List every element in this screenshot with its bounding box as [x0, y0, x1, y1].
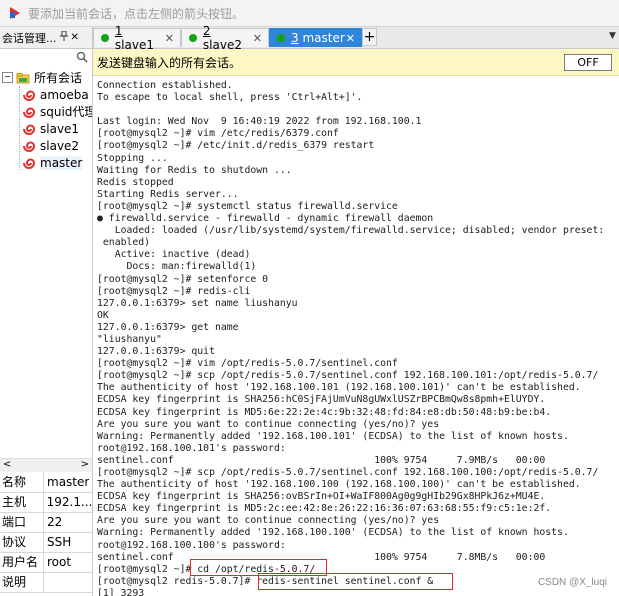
property-value: 22 — [47, 515, 63, 529]
connected-status-icon — [189, 34, 197, 42]
terminal-text: Connection established. To escape to loc… — [97, 80, 605, 596]
property-row: 用户名 root — [0, 552, 92, 573]
property-key: 主机 — [0, 492, 44, 512]
tree-root-label: 所有会话 — [34, 71, 83, 85]
property-value: 192.1... — [46, 495, 92, 509]
property-row: 协议 SSH — [0, 532, 92, 553]
property-value: master — [47, 475, 90, 489]
tree-item-label: squid代理 — [40, 105, 93, 119]
scroll-right-icon[interactable]: > — [81, 459, 89, 470]
property-value: root — [47, 555, 72, 569]
tree-horizontal-scrollbar[interactable]: < > — [0, 458, 93, 473]
property-key: 端口 — [0, 512, 44, 532]
property-row: 名称 master — [0, 472, 92, 493]
scroll-left-icon[interactable]: < — [3, 459, 11, 470]
search-icon[interactable] — [76, 51, 88, 63]
property-key: 协议 — [0, 532, 44, 552]
hint-bar: 要添加当前会话，点击左侧的箭头按钮。 — [0, 0, 619, 27]
close-tab-icon[interactable]: ✕ — [165, 32, 174, 45]
session-swirl-icon — [22, 139, 36, 153]
property-row: 端口 22 — [0, 512, 92, 533]
broadcast-toggle-button[interactable]: OFF — [564, 54, 612, 71]
tree-item-slave1[interactable]: slave1 — [22, 120, 79, 137]
pin-icon[interactable] — [59, 30, 68, 44]
tab-number: 3 — [291, 31, 299, 45]
broadcast-input-bar: 发送键盘输入的所有会话。 OFF — [93, 49, 619, 76]
session-swirl-icon — [22, 122, 36, 136]
tab-slave1[interactable]: 1 slave1 ✕ — [93, 24, 181, 52]
session-search-bar[interactable] — [0, 49, 93, 66]
session-swirl-icon — [22, 105, 36, 119]
close-tab-icon[interactable]: ✕ — [346, 32, 355, 45]
property-row: 主机 192.1... — [0, 492, 92, 513]
terminal-output[interactable]: Connection established. To escape to loc… — [93, 76, 619, 596]
property-row: 说明 — [0, 572, 92, 593]
session-swirl-icon — [22, 156, 36, 170]
tab-menu-chevron-down-icon[interactable]: ▼ — [609, 31, 616, 41]
tree-item-master[interactable]: master — [22, 154, 83, 171]
csdn-watermark: CSDN @X_luqi — [537, 577, 607, 588]
tree-item-label: slave1 — [40, 121, 80, 136]
tab-master[interactable]: 3 master ✕ — [269, 28, 362, 47]
tree-item-amoeba[interactable]: amoeba — [22, 86, 89, 103]
connected-status-icon — [277, 34, 285, 42]
collapse-icon[interactable]: − — [2, 72, 13, 83]
connected-status-icon — [101, 34, 109, 42]
highlight-box-sentinel-command — [258, 573, 453, 590]
property-key: 用户名 — [0, 552, 44, 572]
session-swirl-icon — [22, 88, 36, 102]
tree-item-label: slave2 — [40, 138, 80, 153]
add-tab-button[interactable]: + — [362, 28, 377, 46]
session-properties-table: 名称 master 主机 192.1... 端口 22 协议 SSH 用户名 r… — [0, 472, 93, 596]
tab-number: 2 — [202, 24, 211, 38]
session-manager-title: 会话管理... — [2, 31, 57, 45]
tree-item-label: amoeba — [40, 87, 89, 102]
property-key: 说明 — [0, 572, 44, 592]
tree-item-label: master — [40, 155, 83, 170]
tab-label: master — [298, 31, 345, 45]
hint-text: 要添加当前会话，点击左侧的箭头按钮。 — [28, 6, 245, 21]
close-icon[interactable]: ✕ — [71, 32, 79, 43]
session-manager-header: 会话管理... ✕ — [0, 27, 93, 49]
property-value: SSH — [47, 535, 72, 549]
tree-item-slave2[interactable]: slave2 — [22, 137, 79, 154]
tab-slave2[interactable]: 2 slave2 ✕ — [181, 24, 269, 52]
add-session-arrow-icon[interactable] — [8, 6, 22, 20]
tab-number: 1 — [114, 24, 123, 38]
close-tab-icon[interactable]: ✕ — [253, 32, 262, 45]
folder-icon — [16, 71, 30, 85]
session-tree: − 所有会话 amoeba squid代理 slave1 slave2 mast… — [0, 66, 93, 458]
tree-root-all-sessions[interactable]: − 所有会话 — [2, 69, 82, 86]
broadcast-text: 发送键盘输入的所有会话。 — [97, 55, 242, 70]
property-key: 名称 — [0, 472, 44, 492]
tree-item-squid[interactable]: squid代理 — [22, 103, 93, 120]
session-tab-bar: 1 slave1 ✕ 2 slave2 ✕ 3 master ✕ + ▼ — [93, 24, 619, 52]
